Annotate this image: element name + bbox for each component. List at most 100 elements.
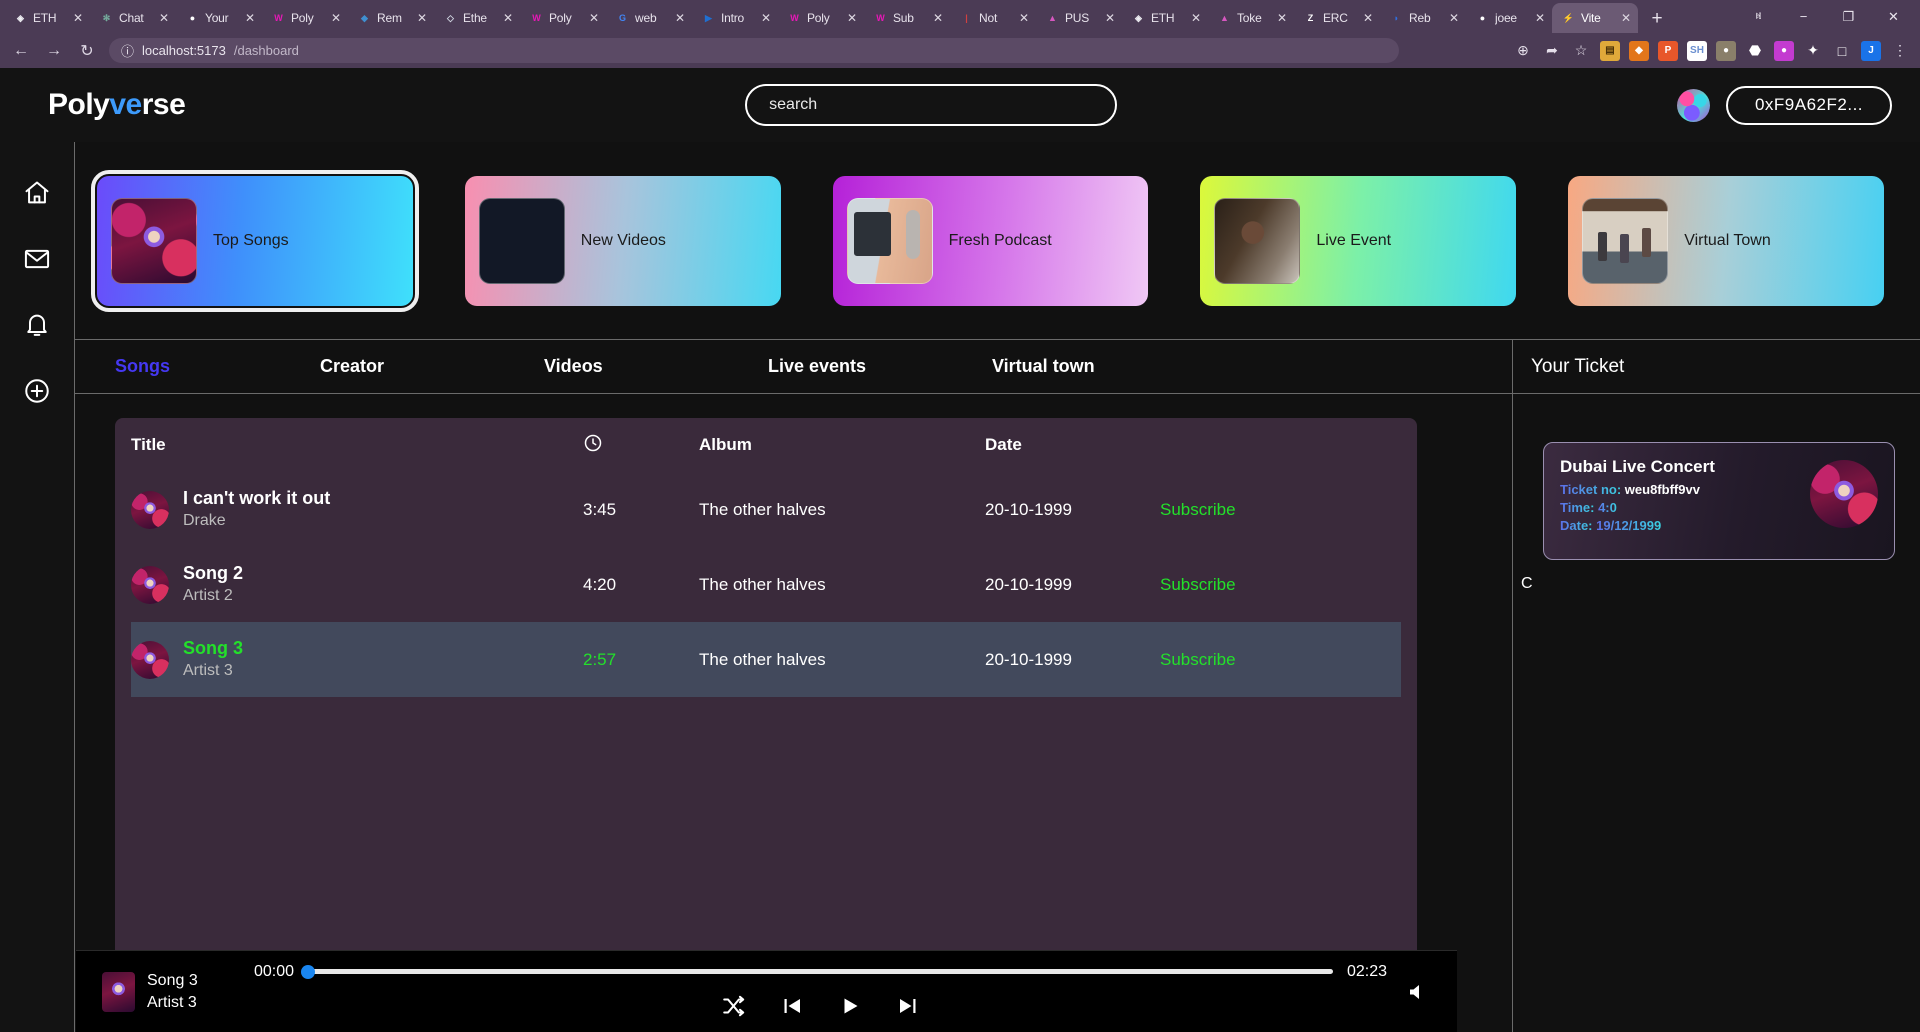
close-icon[interactable]: ✕ xyxy=(73,12,84,24)
more-menu-icon[interactable]: ⋮ xyxy=(1890,41,1910,61)
sidebar-icon[interactable]: □ xyxy=(1832,41,1852,61)
puzzle-extension-icon[interactable]: ✦ xyxy=(1803,41,1823,61)
category-card[interactable]: Top Songs xyxy=(91,169,419,312)
content-tab-live-events[interactable]: Live events xyxy=(768,356,992,377)
metamask-icon[interactable]: ◆ xyxy=(1629,40,1649,61)
close-icon[interactable]: ✕ xyxy=(1105,12,1116,24)
close-icon[interactable]: ✕ xyxy=(675,12,686,24)
volume-icon[interactable] xyxy=(1401,980,1435,1004)
close-icon[interactable]: ✕ xyxy=(847,12,858,24)
browser-tab[interactable]: Gweb ✕ xyxy=(606,3,692,33)
bookmark-star-icon[interactable]: ☆ xyxy=(1571,41,1591,61)
avatar[interactable] xyxy=(1677,88,1710,122)
category-card[interactable]: Live Event xyxy=(1200,175,1517,306)
purple-extension-icon[interactable]: ● xyxy=(1774,40,1794,61)
close-icon[interactable]: ✕ xyxy=(1191,12,1202,24)
browser-tab[interactable]: W Sub ✕ xyxy=(864,3,950,33)
subscribe-button[interactable]: Subscribe xyxy=(1160,575,1236,594)
close-icon[interactable]: ✕ xyxy=(1449,12,1460,24)
browser-tab[interactable]: ⚡ Vite ✕ xyxy=(1552,3,1638,33)
close-icon[interactable]: ✕ xyxy=(761,12,772,24)
share-icon[interactable]: ➦ xyxy=(1542,41,1562,61)
close-icon[interactable]: ✕ xyxy=(1363,12,1374,24)
close-icon[interactable]: ✕ xyxy=(331,12,342,24)
browser-tab[interactable]: ▲ PUS ✕ xyxy=(1036,3,1122,33)
address-bar[interactable]: ⓘ localhost:5173/dashboard xyxy=(109,38,1399,63)
sh-extension-icon[interactable]: SH xyxy=(1687,40,1707,61)
previous-icon[interactable] xyxy=(776,990,808,1022)
new-tab-button[interactable]: + xyxy=(1643,5,1671,33)
close-icon[interactable]: ✕ xyxy=(1019,12,1030,24)
cell-album: The other halves xyxy=(699,649,826,669)
ticket-title: Dubai Live Concert xyxy=(1560,457,1715,476)
subscribe-button[interactable]: Subscribe xyxy=(1160,650,1236,669)
profile-avatar-icon[interactable]: J xyxy=(1861,40,1881,61)
browser-tab[interactable]: ◗ Reb ✕ xyxy=(1380,3,1466,33)
pdf-extension-icon[interactable]: P xyxy=(1658,40,1678,61)
browser-tab[interactable]: ▲ Toke ✕ xyxy=(1208,3,1294,33)
browser-tab[interactable]: ▶ Intro ✕ xyxy=(692,3,778,33)
mail-icon[interactable] xyxy=(22,244,52,274)
home-icon[interactable] xyxy=(22,178,52,208)
content-tab-videos[interactable]: Videos xyxy=(544,356,768,377)
maximize-button[interactable]: ❐ xyxy=(1826,0,1871,33)
close-icon[interactable]: ✕ xyxy=(933,12,944,24)
tab-search-button[interactable]: ⱝ xyxy=(1736,0,1781,33)
browser-tab[interactable]: W Poly ✕ xyxy=(262,3,348,33)
browser-tab[interactable]: ◈ ETH ✕ xyxy=(1122,3,1208,33)
browser-tab[interactable]: ◇ Ethe ✕ xyxy=(434,3,520,33)
close-icon[interactable]: ✕ xyxy=(1621,12,1632,24)
content-tab-creator[interactable]: Creator xyxy=(320,356,544,377)
close-icon[interactable]: ✕ xyxy=(1277,12,1288,24)
minimize-button[interactable]: − xyxy=(1781,0,1826,33)
browser-tab[interactable]: | Not ✕ xyxy=(950,3,1036,33)
back-icon[interactable]: ← xyxy=(10,42,32,60)
search-input[interactable] xyxy=(745,84,1118,126)
browser-tab[interactable]: ● Your ✕ xyxy=(176,3,262,33)
next-icon[interactable] xyxy=(892,990,924,1022)
browser-tab[interactable]: Z ERC ✕ xyxy=(1294,3,1380,33)
category-card[interactable]: Fresh Podcast xyxy=(832,175,1149,306)
profile-extension-icon[interactable]: ● xyxy=(1716,40,1736,61)
subscribe-button[interactable]: Subscribe xyxy=(1160,500,1236,519)
wallet-address-button[interactable]: 0xF9A62F2... xyxy=(1726,85,1892,125)
close-icon[interactable]: ✕ xyxy=(417,12,428,24)
close-window-button[interactable]: ✕ xyxy=(1871,0,1916,33)
browser-tab[interactable]: W Poly ✕ xyxy=(520,3,606,33)
app-logo[interactable]: Polyverse xyxy=(48,88,186,122)
bell-icon[interactable] xyxy=(22,310,52,340)
browser-tab-label: ETH xyxy=(1151,11,1175,25)
content-tab-songs[interactable]: Songs xyxy=(115,356,320,377)
shuffle-icon[interactable] xyxy=(718,990,750,1022)
close-icon[interactable]: ✕ xyxy=(245,12,256,24)
ticket-card[interactable]: Dubai Live Concert Ticket no: weu8fbff9v… xyxy=(1543,442,1895,560)
browser-tab[interactable]: ● joee ✕ xyxy=(1466,3,1552,33)
play-icon[interactable] xyxy=(834,990,866,1022)
wallet-extension-icon[interactable]: ▤ xyxy=(1600,40,1620,61)
content-tab-virtual-town[interactable]: Virtual town xyxy=(992,356,1216,377)
close-icon[interactable]: ✕ xyxy=(589,12,600,24)
table-row[interactable]: Song 3 Artist 3 2:57 The other halves 20-10-… xyxy=(131,622,1401,697)
seek-slider[interactable] xyxy=(301,964,1333,979)
main-content: Top Songs New Videos Fresh Podcast Live Eve… xyxy=(75,142,1920,1032)
table-row[interactable]: I can't work it out Drake 3:45 The other ha… xyxy=(131,472,1401,547)
close-icon[interactable]: ✕ xyxy=(1535,12,1546,24)
close-icon[interactable]: ✕ xyxy=(159,12,170,24)
browser-tab[interactable]: ✻ Chat ✕ xyxy=(90,3,176,33)
category-card[interactable]: Virtual Town xyxy=(1568,175,1884,306)
site-info-icon[interactable]: ⓘ xyxy=(121,41,134,60)
plus-circle-icon[interactable] xyxy=(22,376,52,406)
zoom-icon[interactable]: ⊕ xyxy=(1513,41,1533,61)
seek-thumb[interactable] xyxy=(301,964,316,979)
browser-tab[interactable]: W Poly ✕ xyxy=(778,3,864,33)
category-card[interactable]: New Videos xyxy=(464,175,781,306)
table-row[interactable]: Song 2 Artist 2 4:20 The other halves 20-10-… xyxy=(131,547,1401,622)
url-path: /dashboard xyxy=(233,43,299,58)
reload-icon[interactable]: ↻ xyxy=(76,41,98,61)
dark-extension-icon[interactable]: ⬣ xyxy=(1745,41,1765,61)
browser-tab[interactable]: ◆ Rem ✕ xyxy=(348,3,434,33)
polyverse-app: Polyverse 0xF9A62F2... Top SongsNew V xyxy=(0,68,1920,1032)
close-icon[interactable]: ✕ xyxy=(503,12,514,24)
forward-icon[interactable]: → xyxy=(43,42,65,60)
browser-tab[interactable]: ◈ ETH ✕ xyxy=(4,3,90,33)
